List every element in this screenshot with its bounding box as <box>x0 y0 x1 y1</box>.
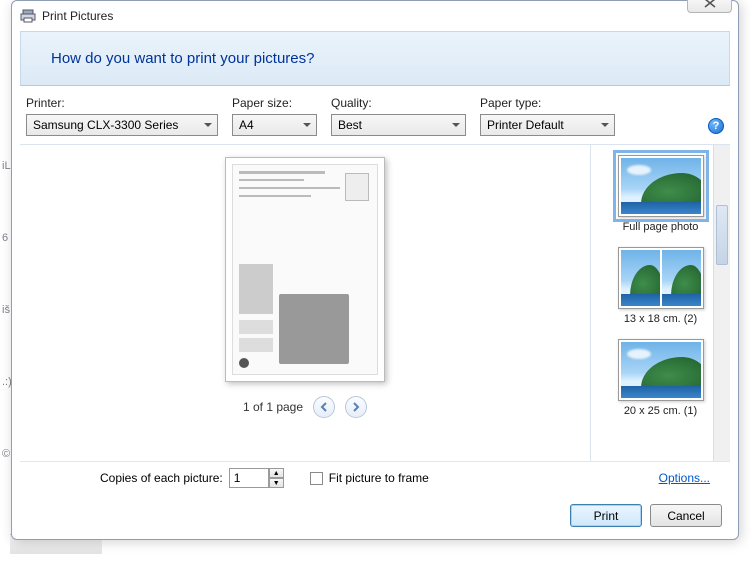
preview-pane: 1 of 1 page <box>20 145 590 461</box>
cancel-button[interactable]: Cancel <box>650 504 722 527</box>
chevron-left-icon <box>320 402 328 412</box>
papertype-combo[interactable]: Printer Default <box>480 114 615 136</box>
layout-item-13x18[interactable]: 13 x 18 cm. (2) <box>618 247 704 325</box>
selector-row: Printer: Samsung CLX-3300 Series Paper s… <box>12 86 738 142</box>
close-icon <box>704 0 716 8</box>
spin-up-icon[interactable]: ▲ <box>269 468 284 478</box>
papersize-combo[interactable]: A4 <box>232 114 317 136</box>
page-info: 1 of 1 page <box>243 400 303 414</box>
layout-scrollbar[interactable] <box>713 145 730 461</box>
fit-checkbox[interactable]: Fit picture to frame <box>310 471 429 485</box>
window-title: Print Pictures <box>42 9 113 23</box>
printer-icon <box>20 8 36 24</box>
papersize-label: Paper size: <box>232 96 317 110</box>
print-button-label: Print <box>594 509 619 523</box>
layout-caption: Full page photo <box>623 221 699 233</box>
copies-label: Copies of each picture: <box>100 471 223 485</box>
close-button[interactable] <box>687 0 732 13</box>
printer-value: Samsung CLX-3300 Series <box>33 118 178 132</box>
header-band: How do you want to print your pictures? <box>20 31 730 86</box>
papersize-value: A4 <box>239 118 254 132</box>
preview-sheet <box>225 157 385 382</box>
copies-spinner[interactable]: ▲▼ <box>229 468 284 488</box>
titlebar: Print Pictures <box>12 1 738 31</box>
quality-value: Best <box>338 118 362 132</box>
help-button[interactable]: ? <box>708 118 724 134</box>
spin-down-icon[interactable]: ▼ <box>269 478 284 488</box>
papertype-label: Paper type: <box>480 96 615 110</box>
copies-input[interactable] <box>229 468 269 488</box>
fit-label: Fit picture to frame <box>329 471 429 485</box>
button-bar: Print Cancel <box>12 494 738 539</box>
options-bar: Copies of each picture: ▲▼ Fit picture t… <box>20 461 730 494</box>
next-page-button[interactable] <box>345 396 367 418</box>
papertype-value: Printer Default <box>487 118 564 132</box>
layout-item-fullpage[interactable]: Full page photo <box>618 155 704 233</box>
cancel-button-label: Cancel <box>667 509 704 523</box>
printer-combo[interactable]: Samsung CLX-3300 Series <box>26 114 218 136</box>
printer-label: Printer: <box>26 96 218 110</box>
layout-item-20x25[interactable]: 20 x 25 cm. (1) <box>618 339 704 417</box>
quality-combo[interactable]: Best <box>331 114 466 136</box>
layout-list: Full page photo 13 x 18 cm. (2) 20 x 25 … <box>590 145 730 461</box>
chevron-right-icon <box>352 402 360 412</box>
print-button[interactable]: Print <box>570 504 642 527</box>
print-pictures-dialog: Print Pictures How do you want to print … <box>11 0 739 540</box>
quality-label: Quality: <box>331 96 466 110</box>
header-question: How do you want to print your pictures? <box>51 50 314 67</box>
help-icon: ? <box>713 120 720 132</box>
layout-caption: 20 x 25 cm. (1) <box>624 405 697 417</box>
checkbox-icon <box>310 472 323 485</box>
prev-page-button[interactable] <box>313 396 335 418</box>
options-link[interactable]: Options... <box>659 471 710 485</box>
layout-caption: 13 x 18 cm. (2) <box>624 313 697 325</box>
